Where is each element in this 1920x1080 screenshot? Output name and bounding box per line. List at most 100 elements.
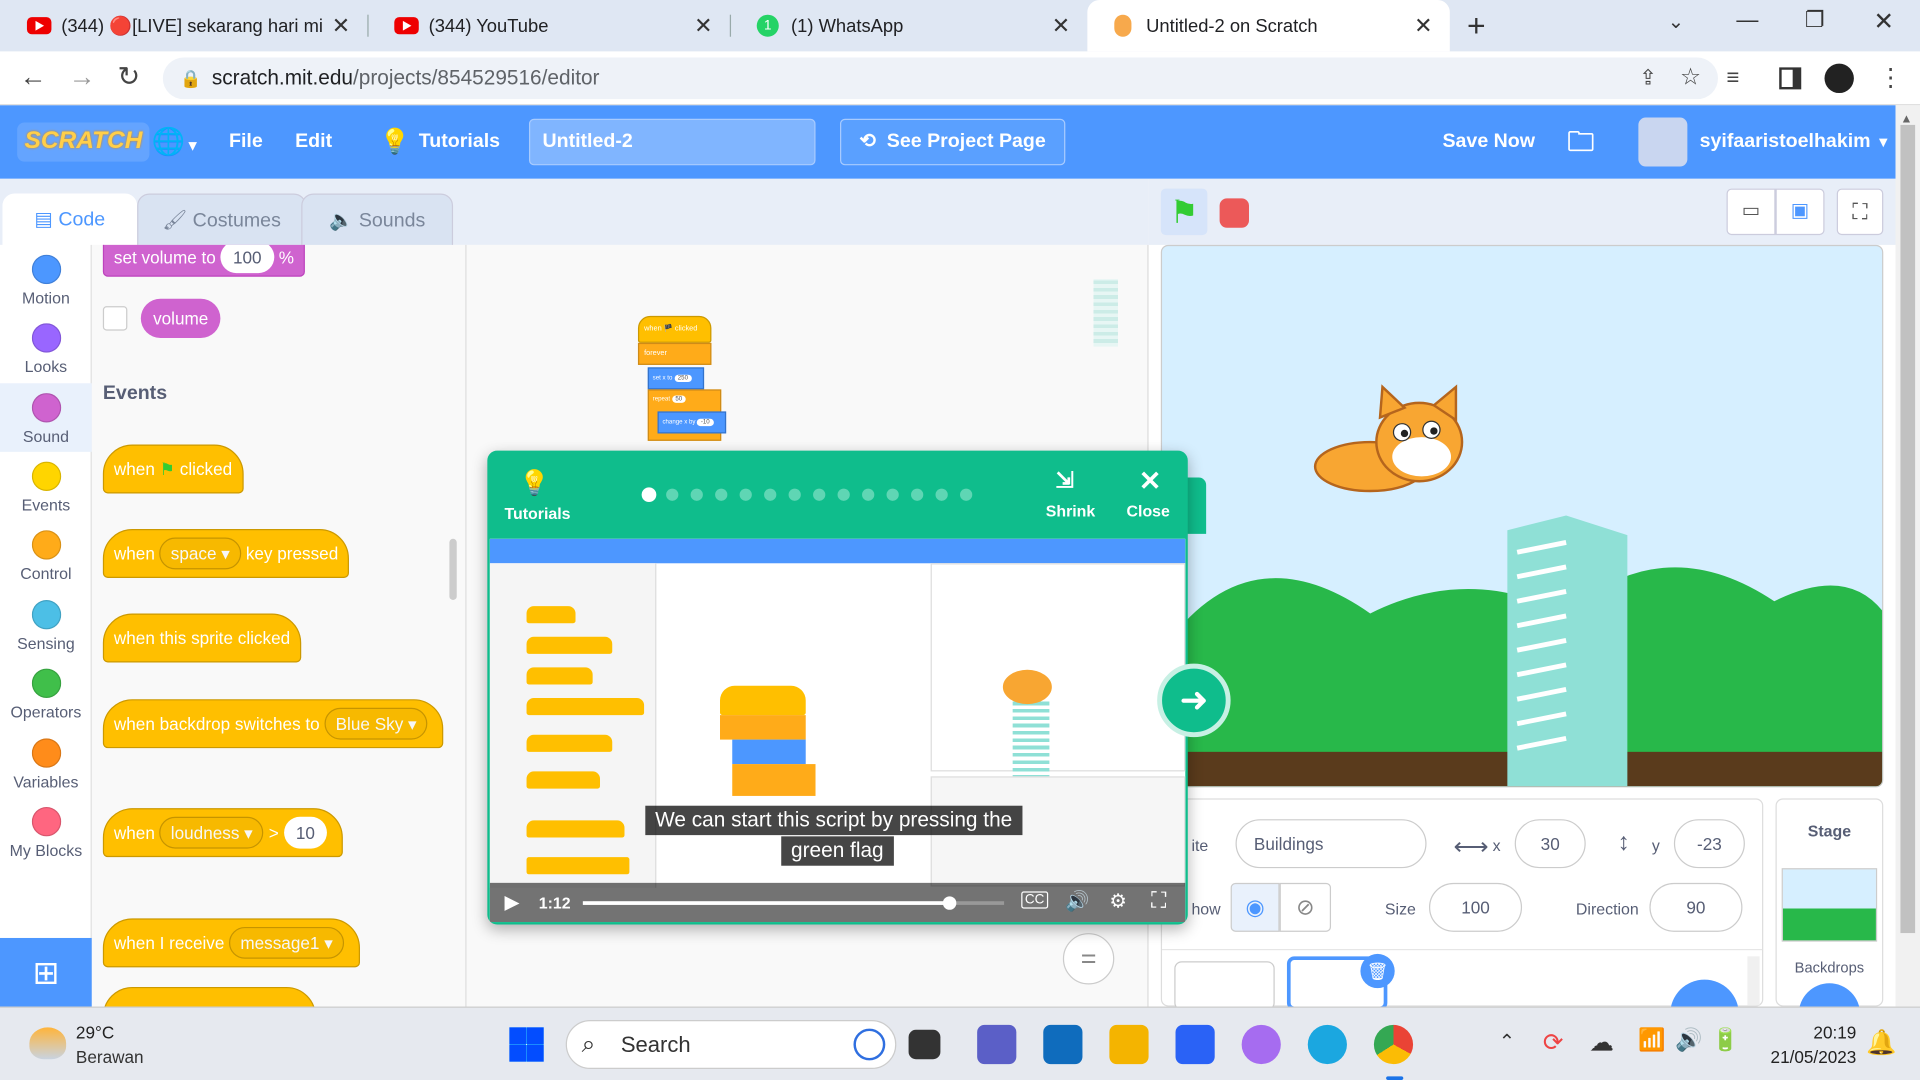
- show-hidden-icons[interactable]: ⌃: [1499, 1030, 1515, 1054]
- sprite-name-input[interactable]: Buildings: [1235, 819, 1427, 869]
- tab-scratch[interactable]: Untitled-2 on Scratch ✕: [1087, 0, 1450, 52]
- stop-button[interactable]: [1219, 198, 1249, 228]
- edit-menu[interactable]: Edit: [295, 105, 332, 178]
- settings-gear-icon[interactable]: ⚙: [1109, 889, 1127, 913]
- chrome-icon[interactable]: [1373, 1024, 1414, 1065]
- sprite-list-scrollbar[interactable]: [1747, 956, 1760, 1006]
- teams-icon[interactable]: [977, 1024, 1017, 1065]
- category-variables[interactable]: Variables: [0, 729, 92, 798]
- fullscreen-icon[interactable]: ⛶: [1836, 188, 1884, 236]
- minimize-icon[interactable]: —: [1736, 7, 1758, 33]
- url-field[interactable]: 🔒 scratch.mit.edu/projects/854529516/edi…: [162, 57, 1718, 100]
- shrink-icon[interactable]: ⇲: [1056, 468, 1074, 494]
- bookmark-star-icon[interactable]: ☆: [1680, 58, 1701, 100]
- show-visible-icon[interactable]: ◉: [1230, 882, 1280, 932]
- video-fullscreen-icon[interactable]: ⛶: [1151, 888, 1166, 914]
- taskbar-search-box[interactable]: ⌕ Search: [565, 1020, 897, 1069]
- side-panel-icon[interactable]: [1779, 67, 1802, 90]
- see-project-page-button[interactable]: ⟲ See Project Page: [840, 118, 1066, 166]
- volume-icon[interactable]: 🔊: [1065, 889, 1089, 913]
- share-icon[interactable]: ⇪: [1639, 58, 1656, 100]
- y-input[interactable]: -23: [1673, 819, 1745, 869]
- close-window-icon[interactable]: ✕: [1873, 6, 1894, 37]
- stage-canvas[interactable]: [1160, 244, 1884, 788]
- backdrop-dropdown[interactable]: Blue Sky ▾: [324, 707, 428, 740]
- tab-sounds[interactable]: 🔈 Sounds: [301, 193, 454, 248]
- loudness-dropdown[interactable]: loudness ▾: [159, 816, 264, 849]
- task-view-icon[interactable]: [908, 1029, 941, 1060]
- tab-costumes[interactable]: 🖌 Costumes: [137, 193, 307, 248]
- tutorial-video[interactable]: We can start this script by pressing the…: [489, 538, 1186, 923]
- x-input[interactable]: 30: [1514, 819, 1586, 869]
- windows-start-icon[interactable]: [509, 1027, 544, 1062]
- reload-icon[interactable]: ↻: [118, 61, 141, 93]
- back-icon[interactable]: ←: [20, 61, 47, 93]
- save-now-button[interactable]: Save Now: [1442, 105, 1535, 178]
- small-stage-icon[interactable]: ▭: [1726, 188, 1776, 236]
- when-flag-clicked-block[interactable]: when ⚑ clicked: [102, 444, 244, 494]
- close-button[interactable]: Close: [1127, 502, 1170, 520]
- volume-reporter[interactable]: volume: [140, 298, 221, 338]
- palette-scrollbar[interactable]: [449, 538, 457, 601]
- onedrive-cloud-icon[interactable]: ☁: [1589, 1027, 1613, 1058]
- key-dropdown[interactable]: space ▾: [159, 537, 241, 570]
- when-key-pressed-block[interactable]: when space ▾ key pressed: [102, 528, 350, 578]
- category-control[interactable]: Control: [0, 520, 92, 589]
- next-step-arrow-icon[interactable]: ➜: [1157, 663, 1231, 738]
- zoom-reset-button[interactable]: =: [1062, 933, 1115, 985]
- copilot-icon[interactable]: [1241, 1024, 1281, 1065]
- progress-track[interactable]: [582, 896, 1005, 910]
- bing-icon[interactable]: [853, 1028, 886, 1061]
- weather-cloud-icon[interactable]: [29, 1027, 67, 1060]
- profile-avatar[interactable]: [1824, 63, 1854, 94]
- captions-icon[interactable]: CC: [1021, 891, 1049, 909]
- when-i-receive-block[interactable]: when I receive message1 ▾: [102, 918, 360, 968]
- tab-search-icon[interactable]: ⌄: [1668, 10, 1684, 34]
- close-tab-icon[interactable]: ✕: [1414, 13, 1432, 39]
- backdrop-thumbnail[interactable]: [1781, 868, 1878, 942]
- progress-knob[interactable]: [943, 896, 957, 910]
- category-sensing[interactable]: Sensing: [0, 590, 92, 659]
- stage-selector-pane[interactable]: Stage Backdrops: [1775, 798, 1884, 1045]
- broadcast-block[interactable]: [102, 986, 316, 1007]
- category-my-blocks[interactable]: My Blocks: [0, 797, 92, 866]
- green-flag-button[interactable]: ⚑: [1160, 188, 1208, 236]
- file-explorer-icon[interactable]: [1109, 1024, 1149, 1065]
- close-tab-icon[interactable]: ✕: [1052, 13, 1070, 39]
- close-tab-icon[interactable]: ✕: [332, 13, 350, 39]
- file-menu[interactable]: File: [229, 105, 263, 178]
- dropbox-icon[interactable]: [1175, 1024, 1215, 1065]
- shrink-button[interactable]: Shrink: [1046, 502, 1096, 520]
- close-icon[interactable]: ✕: [1139, 465, 1162, 497]
- weather-temp[interactable]: 29°C: [76, 1022, 114, 1042]
- when-sprite-clicked-block[interactable]: when this sprite clicked: [102, 613, 302, 663]
- speaker-volume-icon[interactable]: 🔊: [1675, 1027, 1702, 1053]
- my-stuff-folder-icon[interactable]: 🗀: [1567, 105, 1594, 178]
- new-tab-icon[interactable]: +: [1467, 7, 1486, 45]
- sync-icon[interactable]: ⟳: [1543, 1027, 1564, 1058]
- project-title-input[interactable]: Untitled-2: [528, 118, 816, 166]
- step-dots[interactable]: [641, 487, 973, 503]
- tab-whatsapp[interactable]: 1 (1) WhatsApp ✕: [730, 0, 1088, 51]
- play-icon[interactable]: ▶: [504, 890, 519, 914]
- close-tab-icon[interactable]: ✕: [694, 13, 712, 39]
- category-events[interactable]: Events: [0, 452, 92, 521]
- forward-icon[interactable]: →: [69, 61, 96, 93]
- add-extension-button[interactable]: ⊞: [0, 937, 92, 1007]
- hide-icon[interactable]: ⊘: [1279, 882, 1332, 932]
- volume-checkbox[interactable]: [102, 306, 128, 331]
- tutorials-menu[interactable]: Tutorials: [419, 105, 500, 178]
- tab-youtube-live[interactable]: (344) 🔴[LIVE] sekarang hari min ✕: [0, 0, 367, 51]
- message-dropdown[interactable]: message1 ▾: [229, 926, 344, 959]
- scratch-logo[interactable]: SCRATCH: [17, 122, 150, 162]
- script-change-x-block[interactable]: change x by -10: [657, 411, 727, 434]
- page-scrollbar[interactable]: ▲: [1895, 105, 1920, 1007]
- script-set-x-block[interactable]: set x to 250: [647, 367, 705, 390]
- script-when-flag-block[interactable]: when 🏴 clicked: [637, 315, 712, 343]
- tab-code[interactable]: ▤ Code: [2, 193, 138, 248]
- media-control-icon[interactable]: ≡: [1727, 65, 1740, 91]
- notification-bell-icon[interactable]: 🔔: [1866, 1027, 1896, 1058]
- size-input[interactable]: 100: [1428, 882, 1523, 932]
- username-menu[interactable]: syifaaristoelhakim ▼: [1700, 105, 1891, 178]
- sprite-thumb-cat[interactable]: [1174, 961, 1275, 1011]
